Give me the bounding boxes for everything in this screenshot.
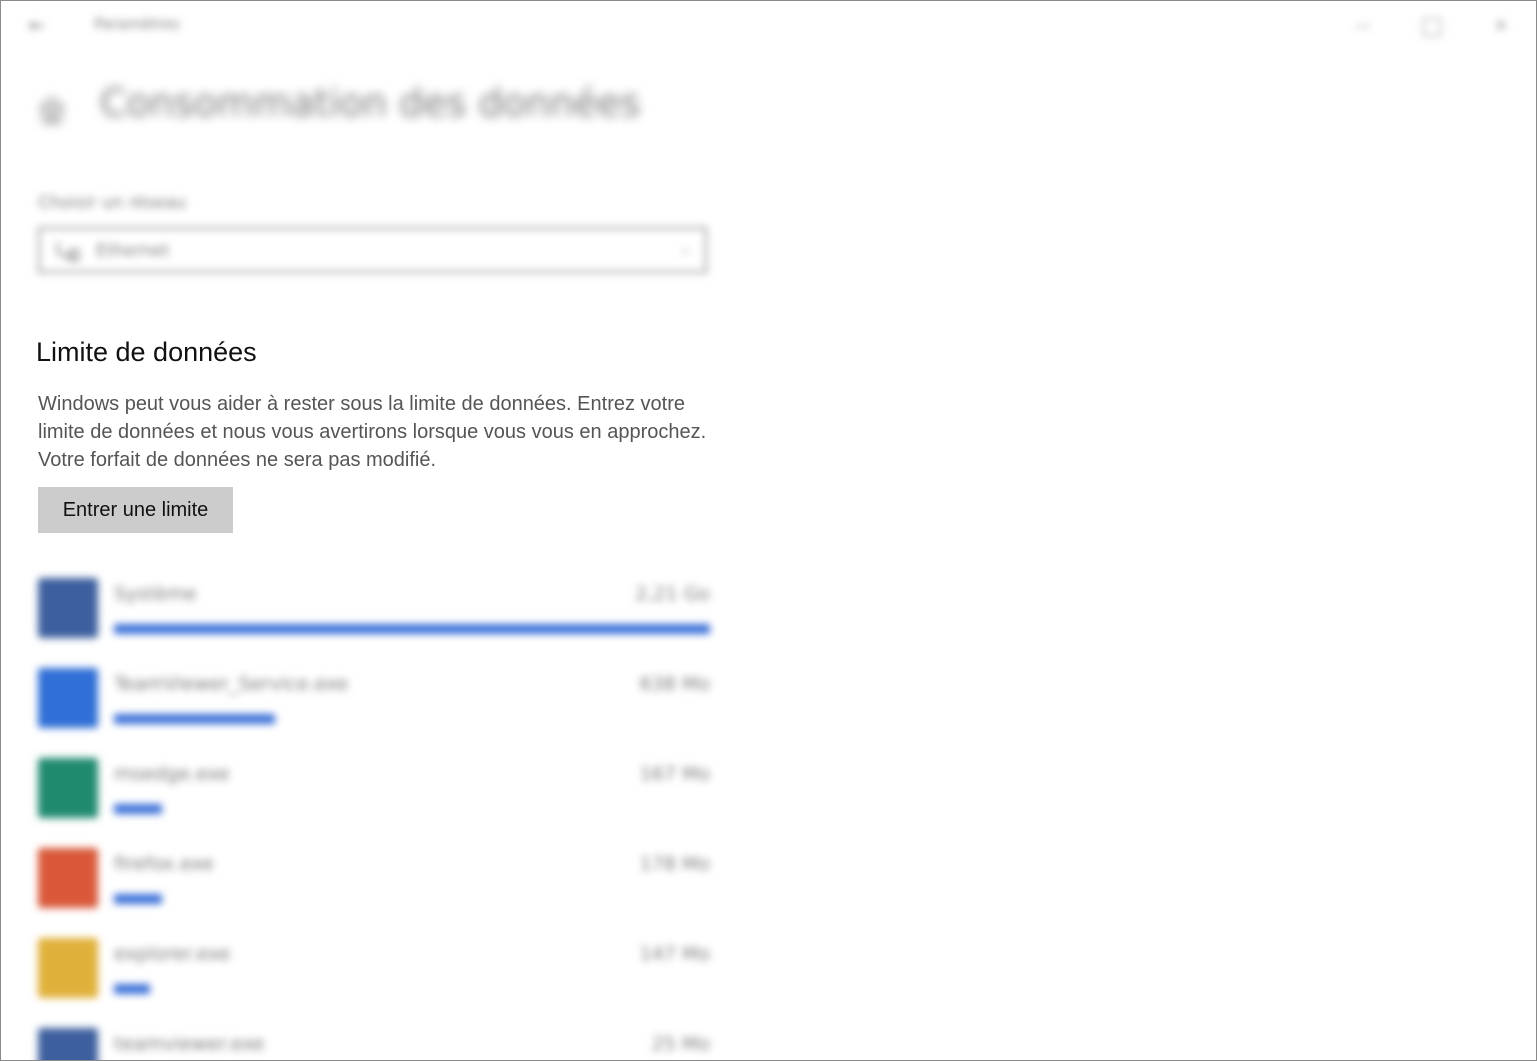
- ethernet-icon: [57, 242, 79, 261]
- network-selected-value: Ethernet: [96, 241, 170, 261]
- app-title: Paramètres: [94, 15, 180, 33]
- maximize-icon: [1423, 17, 1441, 36]
- explorer-icon: [38, 938, 98, 998]
- app-name: firefox.exe: [114, 853, 214, 875]
- network-dropdown[interactable]: Ethernet ⌄: [38, 227, 707, 273]
- list-item[interactable]: TeamViewer_Service.exe 638 Mo: [38, 668, 710, 730]
- data-limit-description: Windows peut vous aider à rester sous la…: [38, 393, 707, 471]
- app-name: Système: [114, 583, 197, 605]
- app-name: TeamViewer_Service.exe: [114, 673, 349, 695]
- data-limit-title: Limite de données: [36, 337, 257, 367]
- app-name: teamviewer.exe: [114, 1033, 265, 1055]
- app-name: explorer.exe: [114, 943, 231, 965]
- app-data-size: 147 Mo: [639, 943, 710, 965]
- teamviewer-icon: [38, 1028, 98, 1060]
- list-item[interactable]: firefox.exe 178 Mo: [38, 848, 710, 910]
- page-title: Consommation des données: [100, 81, 641, 125]
- usage-bar: [114, 624, 710, 634]
- usage-bar: [114, 894, 162, 904]
- teamviewer-icon: [38, 668, 98, 728]
- app-data-size: 178 Mo: [639, 853, 710, 875]
- close-button[interactable]: ✕: [1481, 9, 1521, 43]
- list-item[interactable]: teamviewer.exe 25 Mo: [38, 1028, 710, 1060]
- app-data-size: 638 Mo: [639, 673, 710, 695]
- app-data-size: 25 Mo: [651, 1033, 710, 1055]
- settings-window: ← Paramètres — ✕ Consommation des donnée…: [0, 0, 1537, 1061]
- home-icon: [39, 96, 65, 124]
- back-arrow-icon[interactable]: ←: [25, 13, 49, 37]
- edge-icon: [38, 758, 98, 818]
- usage-bar: [114, 714, 275, 724]
- firefox-icon: [38, 848, 98, 908]
- list-item[interactable]: explorer.exe 147 Mo: [38, 938, 710, 1000]
- list-item[interactable]: Système 2,21 Go: [38, 578, 710, 640]
- network-label: Choisir un réseau: [38, 193, 187, 213]
- chevron-down-icon: ⌄: [679, 241, 691, 257]
- usage-bar: [114, 984, 150, 994]
- app-name: msedge.exe: [114, 763, 230, 785]
- maximize-button[interactable]: [1412, 9, 1452, 43]
- enter-limit-button[interactable]: Entrer une limite: [38, 487, 233, 533]
- app-data-size: 2,21 Go: [635, 583, 710, 605]
- title-bar: ← Paramètres — ✕: [1, 1, 1536, 51]
- list-item[interactable]: msedge.exe 167 Mo: [38, 758, 710, 820]
- minimize-button[interactable]: —: [1343, 9, 1383, 43]
- app-data-size: 167 Mo: [639, 763, 710, 785]
- system-icon: [38, 578, 98, 638]
- usage-bar: [114, 804, 162, 814]
